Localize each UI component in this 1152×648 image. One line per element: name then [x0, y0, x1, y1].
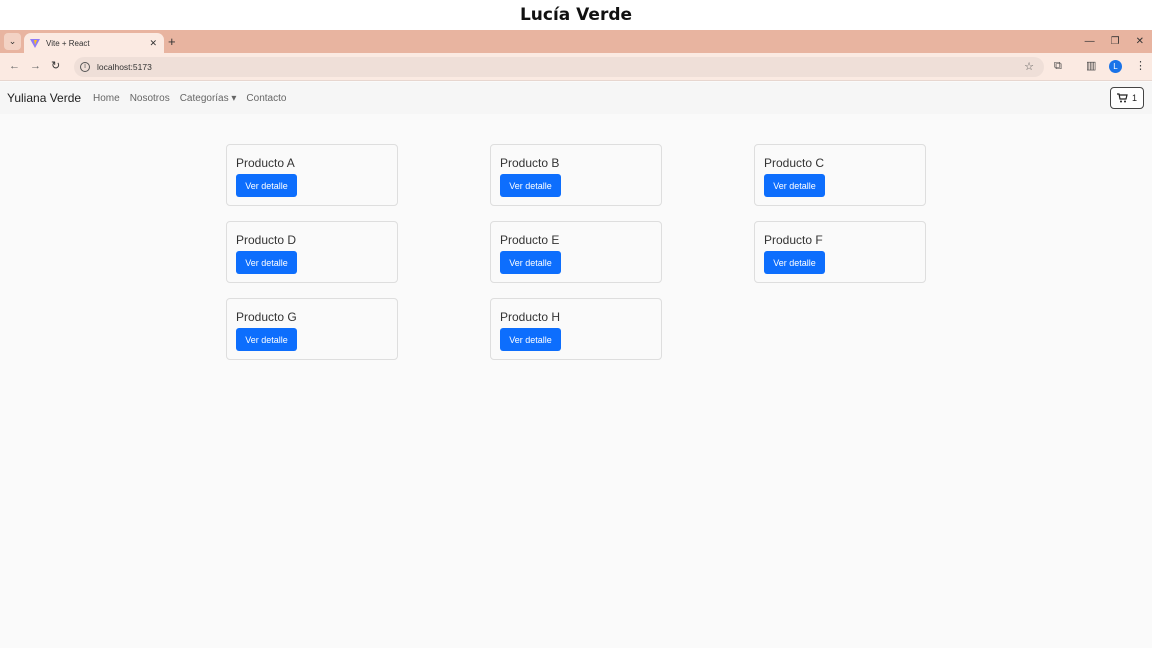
product-card: Producto B Ver detalle [490, 144, 662, 206]
product-name: Producto F [764, 233, 823, 247]
vite-favicon-icon [30, 39, 40, 48]
tab-list-icon[interactable]: ⌄ [4, 33, 21, 50]
product-name: Producto H [500, 310, 561, 324]
ver-detalle-button[interactable]: Ver detalle [500, 328, 561, 351]
site-navbar: Yuliana Verde Home Nosotros Categorías ▾… [0, 82, 1152, 114]
product-card: Producto F Ver detalle [754, 221, 926, 283]
ver-detalle-button[interactable]: Ver detalle [236, 174, 297, 197]
star-icon[interactable]: ☆ [1024, 60, 1034, 73]
product-name: Producto A [236, 156, 295, 170]
product-name: Producto B [500, 156, 560, 170]
menu-icon[interactable]: ⋮ [1135, 58, 1146, 75]
ver-detalle-button[interactable]: Ver detalle [500, 174, 561, 197]
product-card: Producto G Ver detalle [226, 298, 398, 360]
caption-text: Lucía Verde [519, 5, 633, 25]
cart-button[interactable]: 1 [1110, 87, 1144, 109]
side-panel-icon[interactable]: ▥ [1086, 58, 1096, 75]
brand-link[interactable]: Yuliana Verde [7, 91, 81, 105]
cart-icon [1116, 93, 1128, 103]
product-name: Producto E [500, 233, 560, 247]
ver-detalle-button[interactable]: Ver detalle [764, 174, 825, 197]
product-card: Producto E Ver detalle [490, 221, 662, 283]
minimize-icon[interactable]: — [1085, 33, 1095, 50]
nav-home[interactable]: Home [93, 93, 120, 104]
product-name: Producto C [764, 156, 825, 170]
forward-icon[interactable]: → [30, 58, 41, 75]
ver-detalle-button[interactable]: Ver detalle [236, 251, 297, 274]
url-text: localhost:5173 [97, 62, 152, 72]
close-icon[interactable]: ✕ [149, 38, 157, 49]
ver-detalle-button[interactable]: Ver detalle [236, 328, 297, 351]
site-info-icon[interactable]: i [80, 62, 90, 72]
nav-contacto[interactable]: Contacto [246, 93, 286, 104]
address-bar[interactable]: i localhost:5173 ☆ [74, 57, 1044, 77]
window-close-icon[interactable]: ✕ [1136, 33, 1144, 50]
plus-icon[interactable]: + [168, 33, 176, 50]
tab-active[interactable]: Vite + React ✕ [24, 33, 164, 53]
back-icon[interactable]: ← [9, 58, 20, 75]
ver-detalle-button[interactable]: Ver detalle [500, 251, 561, 274]
avatar[interactable]: L [1109, 60, 1122, 73]
nav-nosotros[interactable]: Nosotros [130, 93, 170, 104]
nav-categorias-dropdown[interactable]: Categorías ▾ [180, 93, 237, 104]
ver-detalle-button[interactable]: Ver detalle [764, 251, 825, 274]
extensions-icon[interactable]: ⧉ [1054, 58, 1062, 75]
cart-count: 1 [1131, 93, 1137, 103]
product-card: Producto D Ver detalle [226, 221, 398, 283]
browser-tabbar: ⌄ Vite + React ✕ + — ❐ ✕ [0, 30, 1152, 53]
product-card: Producto H Ver detalle [490, 298, 662, 360]
product-card: Producto A Ver detalle [226, 144, 398, 206]
restore-icon[interactable]: ❐ [1111, 33, 1120, 50]
tab-title: Vite + React [46, 38, 90, 48]
reload-icon[interactable]: ↻ [51, 58, 60, 75]
product-name: Producto D [236, 233, 297, 247]
browser-toolbar: ← → ↻ i localhost:5173 ☆ ⧉ ▥ L ⋮ [0, 53, 1152, 81]
video-caption: Lucía Verde [0, 0, 1152, 30]
product-card: Producto C Ver detalle [754, 144, 926, 206]
product-name: Producto G [236, 310, 297, 324]
